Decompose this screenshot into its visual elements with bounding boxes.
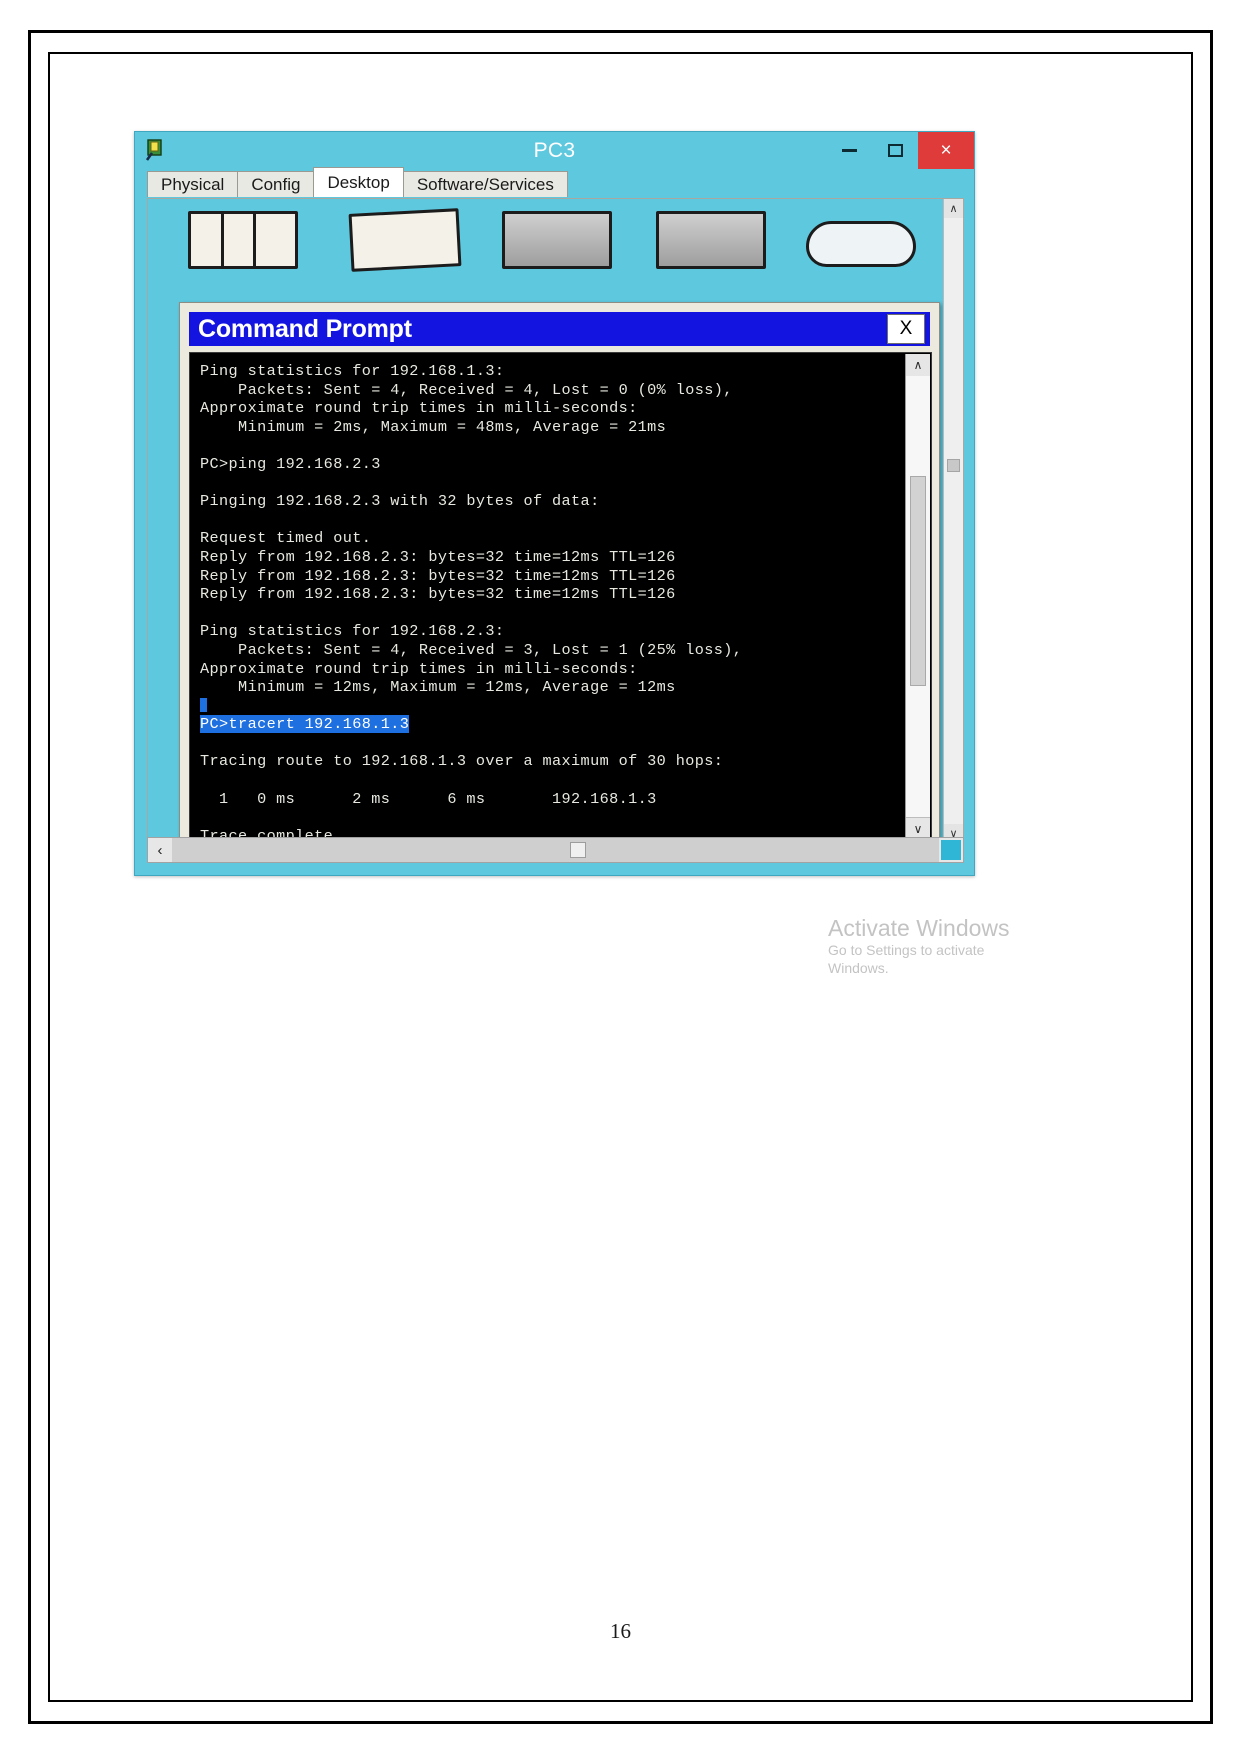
maximize-icon <box>887 144 903 157</box>
minimize-icon <box>841 149 857 152</box>
hscroll-track[interactable] <box>172 838 939 862</box>
console-lines-after: Tracing route to 192.168.1.3 over a maxi… <box>200 752 724 842</box>
console-scroll-thumb[interactable] <box>910 476 926 686</box>
minimize-button[interactable] <box>826 132 872 169</box>
console-scroll-track[interactable] <box>906 376 930 818</box>
folded-document-icon <box>348 208 462 272</box>
desktop-scroll-thumb[interactable] <box>947 459 960 472</box>
desktop-icon-dial-up[interactable] <box>342 208 462 272</box>
desktop-icon-command-prompt[interactable] <box>648 209 768 269</box>
device-window-titlebar: PC3 × <box>135 132 974 169</box>
console-text: Ping statistics for 192.168.1.3: Packets… <box>200 362 905 842</box>
monitor-icon <box>502 211 612 269</box>
page-number: 16 <box>610 1619 631 1643</box>
document-icon <box>188 211 298 269</box>
tab-software-services[interactable]: Software/Services <box>402 171 568 197</box>
command-prompt-titlebar: Command Prompt X <box>189 312 930 346</box>
tab-desktop[interactable]: Desktop <box>313 167 404 197</box>
close-button[interactable]: × <box>918 132 974 169</box>
text-caret <box>200 697 207 712</box>
tab-physical[interactable]: Physical <box>147 171 239 197</box>
scrollbar-corner <box>941 840 961 860</box>
console-scroll-up-arrow[interactable]: ∧ <box>906 354 930 377</box>
tab-config[interactable]: Config <box>237 171 315 197</box>
console-icon <box>656 211 766 269</box>
cloud-icon <box>806 221 916 267</box>
console-lines-before: Ping statistics for 192.168.1.3: Packets… <box>200 362 743 697</box>
console-vertical-scrollbar[interactable]: ∧ ∨ <box>905 354 930 840</box>
maximize-button[interactable] <box>872 132 918 169</box>
desktop-tab-panel: Command Prompt X Ping statistics for 192… <box>147 198 964 844</box>
command-prompt-window: Command Prompt X Ping statistics for 192… <box>179 302 940 843</box>
desktop-pane-horizontal-scrollbar[interactable]: ‹ › <box>147 837 964 863</box>
desktop-icon-web-browser[interactable] <box>800 209 920 267</box>
console-output-area[interactable]: Ping statistics for 192.168.1.3: Packets… <box>189 352 932 842</box>
hscroll-left-arrow[interactable]: ‹ <box>148 838 172 862</box>
device-tab-strip: Physical Config Desktop Software/Service… <box>147 167 966 197</box>
window-controls: × <box>826 132 974 169</box>
hscroll-thumb[interactable] <box>570 842 586 858</box>
command-prompt-title: Command Prompt <box>198 314 412 343</box>
desktop-pane-vertical-scrollbar[interactable]: ∧ ∨ <box>943 199 963 843</box>
command-prompt-close-button[interactable]: X <box>887 314 925 344</box>
desktop-icon-terminal[interactable] <box>494 209 614 269</box>
console-selected-command: PC>tracert 192.168.1.3 <box>200 715 410 734</box>
packet-tracer-device-window: PC3 × Physical Config Desktop Software/S… <box>134 131 975 876</box>
desktop-icon-ip-configuration[interactable] <box>180 209 300 269</box>
packet-tracer-icon <box>145 138 169 162</box>
desktop-scroll-up-arrow[interactable]: ∧ <box>944 199 963 218</box>
